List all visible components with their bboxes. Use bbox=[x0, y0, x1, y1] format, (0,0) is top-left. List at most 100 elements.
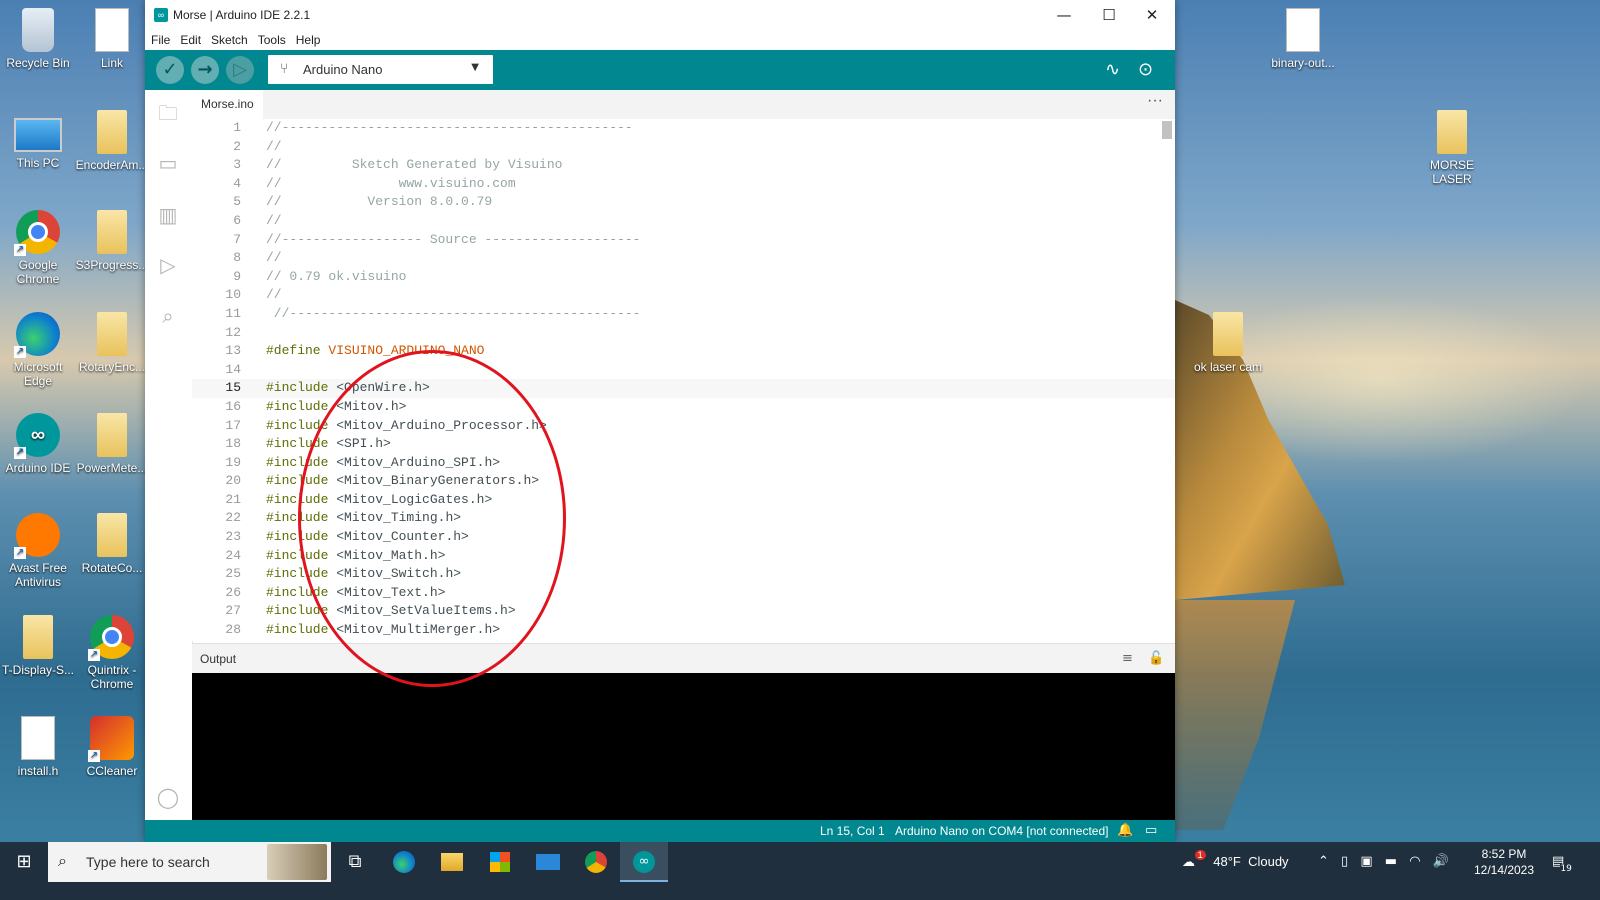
desktop-icon-link[interactable]: Link bbox=[74, 8, 150, 70]
notifications-button[interactable]: ▤ 19 bbox=[1552, 842, 1580, 882]
weather-widget[interactable]: ☁ 1 48°F Cloudy bbox=[1182, 842, 1289, 882]
chevron-up-icon[interactable]: ⌃ bbox=[1318, 854, 1329, 869]
desktop-icon-avast[interactable]: Avast Free Antivirus bbox=[0, 513, 76, 589]
menu-tools[interactable]: Tools bbox=[253, 30, 291, 50]
desktop-icon-t-display[interactable]: T-Display-S... bbox=[0, 615, 76, 677]
desktop-icon-morse-laser[interactable]: MORSE LASER bbox=[1414, 110, 1490, 186]
panel-toggle-icon[interactable]: ▭ bbox=[1145, 823, 1157, 838]
output-console[interactable] bbox=[192, 673, 1175, 820]
tab-morse-ino[interactable]: Morse.ino bbox=[192, 90, 263, 119]
verify-button[interactable]: ✓ bbox=[156, 56, 184, 84]
taskbar-bottom bbox=[0, 882, 1600, 900]
code-line[interactable]: 9 // 0.79 ok.visuino bbox=[192, 268, 1175, 287]
debug-panel-icon[interactable]: ▷ bbox=[155, 252, 181, 278]
file-explorer-icon[interactable] bbox=[428, 842, 476, 882]
desktop-icon-install-h[interactable]: install.h bbox=[0, 716, 76, 778]
close-button[interactable]: ✕ bbox=[1129, 0, 1175, 30]
capture-icon[interactable]: ▣ bbox=[1360, 854, 1372, 869]
library-manager-icon[interactable]: ▥ bbox=[155, 202, 181, 228]
code-line[interactable]: 2 // bbox=[192, 138, 1175, 157]
menu-edit[interactable]: Edit bbox=[175, 30, 206, 50]
chrome-taskbar-icon[interactable] bbox=[572, 842, 620, 882]
desktop-icon-ok-laser-cam[interactable]: ok laser cam bbox=[1190, 312, 1266, 374]
store-icon[interactable] bbox=[476, 842, 524, 882]
menu-sketch[interactable]: Sketch bbox=[206, 30, 253, 50]
desktop-icon-google-chrome[interactable]: Google Chrome bbox=[0, 210, 76, 286]
desktop-icon-encoderam[interactable]: EncoderAm... bbox=[74, 110, 150, 172]
chrome-icon bbox=[88, 615, 134, 661]
line-number: 14 bbox=[225, 361, 241, 377]
editor-scrollbar[interactable] bbox=[1162, 121, 1172, 139]
desktop-icon-microsoft-edge[interactable]: Microsoft Edge bbox=[0, 312, 76, 388]
code-line[interactable]: 10 // bbox=[192, 286, 1175, 305]
line-code: // www.visuino.com bbox=[266, 175, 516, 194]
serial-plotter-button[interactable]: ∿ bbox=[1105, 59, 1120, 80]
code-line[interactable]: 12 bbox=[192, 324, 1175, 343]
board-selector[interactable]: ⑂ Arduino Nano ▼ bbox=[268, 55, 493, 84]
preprocessor-directive: #include bbox=[266, 380, 329, 396]
line-number: 18 bbox=[225, 436, 241, 452]
folder-icon bbox=[97, 312, 127, 356]
upload-button[interactable]: → bbox=[191, 56, 219, 84]
code-line[interactable]: 7 //------------------ Source -----------… bbox=[192, 231, 1175, 250]
more-options-icon[interactable]: ··· bbox=[1147, 92, 1163, 110]
file-icon bbox=[21, 716, 55, 760]
code-line[interactable]: 1 //-------------------------------------… bbox=[192, 119, 1175, 138]
desktop-icon-this-pc[interactable]: This PC bbox=[0, 110, 76, 170]
desktop-icon-recycle-bin[interactable]: Recycle Bin bbox=[0, 8, 76, 70]
start-button[interactable]: ⊞ bbox=[0, 842, 48, 882]
task-view-icon[interactable]: ⧉ bbox=[331, 842, 379, 882]
account-icon[interactable]: ◯ bbox=[155, 784, 181, 810]
this-pc-icon bbox=[14, 118, 62, 152]
battery-icon[interactable]: ▬ bbox=[1385, 854, 1397, 869]
minimize-button[interactable]: — bbox=[1041, 0, 1087, 30]
desktop-icon-s3progress[interactable]: S3Progress... bbox=[74, 210, 150, 272]
recycle-bin-icon bbox=[22, 8, 54, 52]
desktop-icon-rotaryenc[interactable]: RotaryEnc... bbox=[74, 312, 150, 374]
serial-monitor-button[interactable]: ⊙ bbox=[1138, 59, 1153, 80]
cursor-position[interactable]: Ln 15, Col 1 bbox=[820, 824, 885, 838]
board-port-status[interactable]: Arduino Nano on COM4 [not connected] bbox=[895, 824, 1108, 838]
wifi-icon[interactable]: ◠ bbox=[1409, 854, 1420, 869]
edge-taskbar-icon[interactable] bbox=[380, 842, 428, 882]
taskbar-search[interactable]: ⌕ Type here to search bbox=[48, 842, 331, 882]
code-line[interactable]: 11 //-----------------------------------… bbox=[192, 305, 1175, 324]
search-icon[interactable]: ⌕ bbox=[155, 303, 181, 329]
usb-icon: ⑂ bbox=[280, 61, 289, 77]
menu-file[interactable]: File bbox=[146, 30, 175, 50]
code-line[interactable]: 6 // bbox=[192, 212, 1175, 231]
code-line[interactable]: 4 // www.visuino.com bbox=[192, 175, 1175, 194]
preprocessor-directive: #define bbox=[266, 343, 321, 359]
code-line[interactable]: 8 // bbox=[192, 249, 1175, 268]
code-line[interactable]: 5 // Version 8.0.0.79 bbox=[192, 193, 1175, 212]
line-number: 13 bbox=[225, 343, 241, 359]
debug-button[interactable]: ▷ bbox=[226, 56, 254, 84]
line-code: // 0.79 ok.visuino bbox=[266, 268, 406, 287]
desktop-icon-arduino-ide[interactable]: ∞ Arduino IDE bbox=[0, 413, 76, 475]
desktop-icon-powermete[interactable]: PowerMete... bbox=[74, 413, 150, 475]
bell-icon[interactable]: 🔔 bbox=[1117, 823, 1133, 838]
lock-scroll-icon[interactable]: 🔓 bbox=[1148, 651, 1164, 666]
desktop-icon-rotateco[interactable]: RotateCo... bbox=[74, 513, 150, 575]
boards-manager-icon[interactable]: ▭ bbox=[155, 150, 181, 176]
notification-count: 19 bbox=[1560, 864, 1572, 874]
menu-help[interactable]: Help bbox=[291, 30, 326, 50]
chrome-icon bbox=[14, 210, 60, 256]
clear-output-icon[interactable]: ≡ bbox=[1122, 651, 1133, 666]
desktop-icon-quintrix[interactable]: Quintrix - Chrome bbox=[74, 615, 150, 691]
code-line[interactable]: 14 bbox=[192, 361, 1175, 380]
clock[interactable]: 8:52 PM 12/14/2023 bbox=[1464, 846, 1544, 878]
code-line[interactable]: 13 #define VISUINO_ARDUINO_NANO bbox=[192, 342, 1175, 361]
sketchbook-folder-icon[interactable]: 🗀 bbox=[155, 100, 181, 126]
arduino-taskbar-icon[interactable]: ∞ bbox=[620, 842, 668, 882]
desktop-icon-binary-out[interactable]: binary-out... bbox=[1265, 8, 1341, 70]
desktop-icon-ccleaner[interactable]: CCleaner bbox=[74, 716, 150, 778]
title-bar[interactable]: ∞ Morse | Arduino IDE 2.2.1 — ☐ ✕ bbox=[145, 0, 1175, 30]
sidebar: 🗀 ▭ ▥ ▷ ⌕ ◯ bbox=[145, 90, 193, 820]
meet-now-icon[interactable]: ▯ bbox=[1341, 854, 1348, 869]
maximize-button[interactable]: ☐ bbox=[1086, 0, 1132, 30]
line-number: 1 bbox=[233, 120, 241, 135]
code-line[interactable]: 3 // Sketch Generated by Visuino bbox=[192, 156, 1175, 175]
volume-icon[interactable]: 🔊 bbox=[1433, 854, 1449, 869]
mail-icon[interactable] bbox=[524, 842, 572, 882]
